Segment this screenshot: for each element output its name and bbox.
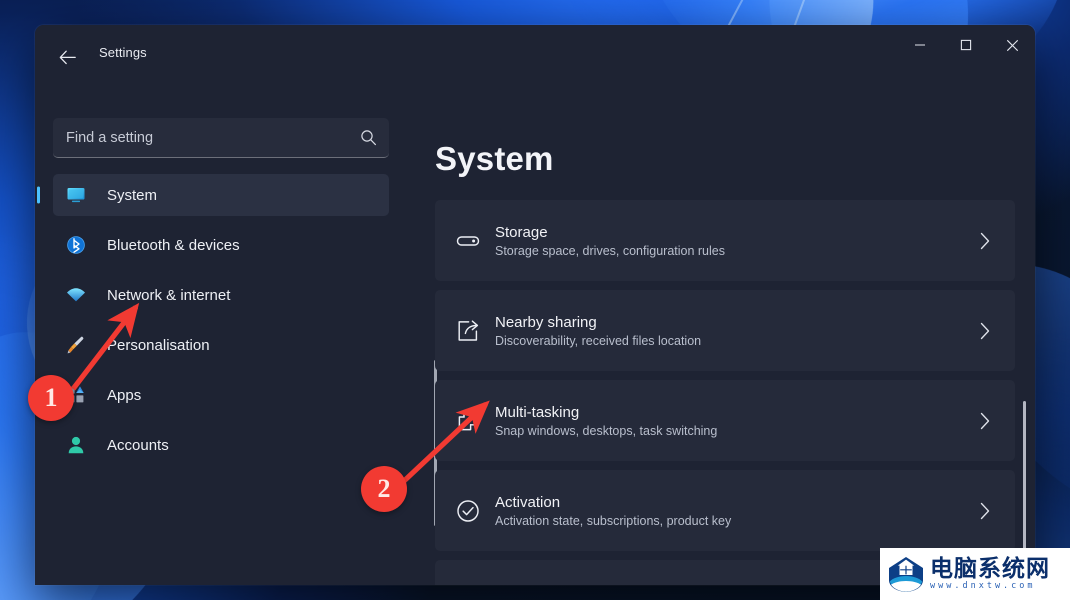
settings-window: Settings Find a setting System Bluetooth… [35, 25, 1035, 585]
card-title: Nearby sharing [495, 313, 597, 331]
sidebar-item-label: Bluetooth & devices [107, 236, 240, 254]
house-shield-icon [889, 557, 923, 592]
card-text: Activation Activation state, subscriptio… [495, 494, 973, 528]
minimize-icon [915, 44, 925, 46]
arrow-left-icon [59, 50, 76, 64]
sidebar-item-label: Accounts [107, 436, 169, 454]
sidebar-item-network-internet[interactable]: Network & internet [53, 274, 389, 316]
chevron-right-icon [973, 232, 997, 250]
card-title: Multi-tasking [495, 403, 580, 421]
back-button[interactable] [49, 39, 85, 75]
search-input[interactable] [53, 118, 389, 158]
watermark-text: 电脑系统网 www.dnxtw.com [930, 557, 1050, 591]
card-subtitle: Discoverability, received files location [495, 333, 702, 348]
apps-grid-icon [65, 384, 87, 406]
card-multi-tasking[interactable]: Multi-tasking Snap windows, desktops, ta… [435, 380, 1015, 461]
main-content: System Storage Storage space, drives, co… [435, 80, 1035, 585]
window-title: Settings [99, 45, 147, 60]
sidebar-item-accounts[interactable]: Accounts [53, 424, 389, 466]
sidebar-item-personalisation[interactable]: Personalisation [53, 324, 389, 366]
search-box [53, 118, 389, 158]
card-text: Nearby sharing Discoverability, received… [495, 314, 973, 348]
watermark: 电脑系统网 www.dnxtw.com [880, 548, 1070, 600]
close-button[interactable] [989, 25, 1035, 65]
drive-icon [455, 228, 495, 254]
card-storage[interactable]: Storage Storage space, drives, configura… [435, 200, 1015, 281]
minimize-button[interactable] [897, 25, 943, 65]
sidebar-item-bluetooth-devices[interactable]: Bluetooth & devices [53, 224, 389, 266]
sidebar-item-label: Apps [107, 386, 142, 404]
card-activation[interactable]: Activation Activation state, subscriptio… [435, 470, 1015, 551]
maximize-icon [960, 39, 972, 51]
sidebar-item-label: System [107, 186, 158, 204]
watermark-url: www.dnxtw.com [930, 581, 1036, 592]
card-title: Storage [495, 223, 548, 241]
card-nearby-sharing[interactable]: Nearby sharing Discoverability, received… [435, 290, 1015, 371]
person-icon [65, 434, 87, 456]
paintbrush-icon [65, 334, 87, 356]
sidebar-item-apps[interactable]: Apps [53, 374, 389, 416]
card-text: Multi-tasking Snap windows, desktops, ta… [495, 404, 973, 438]
check-circle-icon [455, 498, 495, 524]
maximize-button[interactable] [943, 25, 989, 65]
title-bar: Settings [35, 25, 1035, 80]
page-title: System [435, 140, 554, 177]
window-body: System Bluetooth & devices [35, 80, 1035, 585]
chevron-right-icon [973, 502, 997, 520]
windows-overlap-icon [455, 408, 495, 434]
share-icon [455, 318, 495, 344]
window-controls [897, 25, 1035, 65]
wifi-icon [65, 284, 87, 306]
monitor-icon [65, 184, 87, 206]
sidebar-item-label: Personalisation [107, 336, 210, 354]
sidebar-nav: System Bluetooth & devices Network & int… [35, 174, 435, 466]
chevron-right-icon [973, 412, 997, 430]
chevron-right-icon [973, 322, 997, 340]
card-subtitle: Storage space, drives, configuration rul… [495, 243, 725, 258]
watermark-name: 电脑系统网 [930, 555, 1050, 582]
bluetooth-icon [65, 234, 87, 256]
card-text: Storage Storage space, drives, configura… [495, 224, 973, 258]
card-subtitle: Activation state, subscriptions, product… [495, 513, 732, 528]
sidebar-item-label: Network & internet [107, 286, 231, 304]
card-title: Activation [495, 493, 561, 511]
sidebar-item-system[interactable]: System [53, 174, 389, 216]
close-icon [1006, 39, 1018, 51]
sidebar: System Bluetooth & devices [35, 80, 437, 585]
settings-card-list: Storage Storage space, drives, configura… [435, 200, 1015, 585]
card-subtitle: Snap windows, desktops, task switching [495, 423, 718, 438]
